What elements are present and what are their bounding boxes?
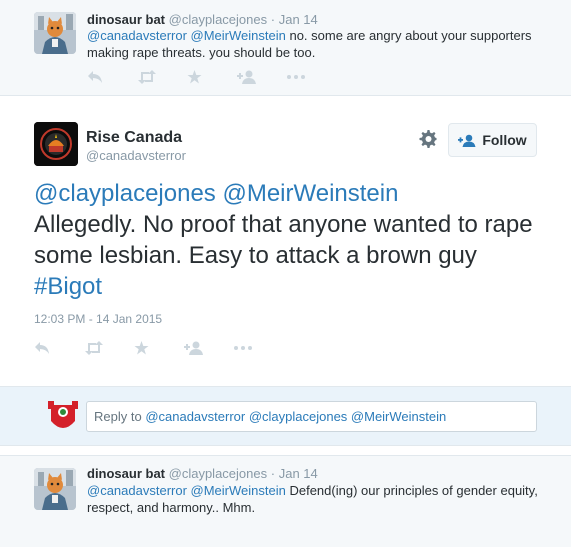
follow-user-icon <box>184 341 203 355</box>
tweet-body: Allegedly. No proof that anyone wanted t… <box>34 211 533 269</box>
reply-bar: Reply to @canadavsterror @clayplacejones… <box>0 386 571 446</box>
reply-icon <box>35 342 49 354</box>
retweet-icon <box>138 70 156 84</box>
author-handle[interactable]: @clayplacejones <box>169 12 267 27</box>
tweet-actions <box>34 339 284 357</box>
gear-button[interactable] <box>419 130 437 148</box>
more-icon <box>234 346 252 350</box>
retweet-button[interactable] <box>84 339 134 357</box>
tweet-actions <box>87 68 337 86</box>
reply-recipients: @canadavsterror @clayplacejones @MeirWei… <box>145 409 447 424</box>
mention-link[interactable]: @canadavsterror <box>87 28 187 43</box>
more-icon <box>287 75 305 79</box>
follow-label: Follow <box>482 132 527 148</box>
retweet-icon <box>85 341 103 355</box>
favorite-button[interactable] <box>134 339 184 357</box>
next-tweet[interactable]: dinosaur bat @clayplacejones · Jan 14 @c… <box>0 455 571 547</box>
follow-user-icon <box>237 70 256 84</box>
tweet-conversation: dinosaur bat @clayplacejones · Jan 14 @c… <box>0 0 571 547</box>
tweet-header: dinosaur bat @clayplacejones · Jan 14 <box>87 12 318 27</box>
favorite-button[interactable] <box>187 68 237 86</box>
mention-link[interactable]: @canadavsterror <box>87 483 187 498</box>
author-name[interactable]: Rise Canada <box>86 129 182 147</box>
gear-icon <box>419 130 437 148</box>
retweet-button[interactable] <box>137 68 187 86</box>
user-avatar <box>48 401 78 433</box>
avatar[interactable] <box>34 468 76 510</box>
avatar[interactable] <box>34 12 76 54</box>
mention-link[interactable]: @clayplacejones <box>34 180 216 207</box>
author-name[interactable]: dinosaur bat <box>87 466 165 481</box>
follow-user-icon <box>458 134 476 147</box>
tweet-time[interactable]: Jan 14 <box>279 12 318 27</box>
reply-icon <box>88 71 102 83</box>
tweet-header: dinosaur bat @clayplacejones · Jan 14 <box>87 466 318 481</box>
avatar[interactable] <box>34 122 78 166</box>
tweet-time[interactable]: Jan 14 <box>279 466 318 481</box>
hashtag-link[interactable]: #Bigot <box>34 273 102 300</box>
separator: · <box>270 466 276 481</box>
tweet-timestamp[interactable]: 12:03 PM - 14 Jan 2015 <box>34 312 162 326</box>
author-handle[interactable]: @clayplacejones <box>169 466 267 481</box>
reply-button[interactable] <box>87 68 137 86</box>
favorite-icon <box>187 70 202 84</box>
tweet-text: @clayplacejones @MeirWeinstein Allegedly.… <box>34 178 534 302</box>
reply-button[interactable] <box>34 339 84 357</box>
follow-button[interactable]: Follow <box>448 123 537 157</box>
mention-link[interactable]: @MeirWeinstein <box>191 483 286 498</box>
more-button[interactable] <box>234 339 284 357</box>
reply-input[interactable]: Reply to @canadavsterror @clayplacejones… <box>86 401 537 432</box>
mention-link[interactable]: @MeirWeinstein <box>191 28 286 43</box>
more-button[interactable] <box>287 68 337 86</box>
previous-tweet[interactable]: dinosaur bat @clayplacejones · Jan 14 @c… <box>0 0 571 96</box>
reply-prefix: Reply to <box>94 409 146 424</box>
author-handle[interactable]: @canadavsterror <box>86 148 186 163</box>
mention-link[interactable]: @MeirWeinstein <box>222 180 398 207</box>
follow-user-button[interactable] <box>237 68 287 86</box>
main-tweet: Rise Canada @canadavsterror Follow @clay… <box>0 96 571 386</box>
author-name[interactable]: dinosaur bat <box>87 12 165 27</box>
favorite-icon <box>134 341 149 355</box>
follow-user-button[interactable] <box>184 339 234 357</box>
tweet-text: @canadavsterror @MeirWeinstein no. some … <box>87 27 557 61</box>
separator: · <box>270 12 276 27</box>
tweet-text: @canadavsterror @MeirWeinstein Defend(in… <box>87 482 557 516</box>
